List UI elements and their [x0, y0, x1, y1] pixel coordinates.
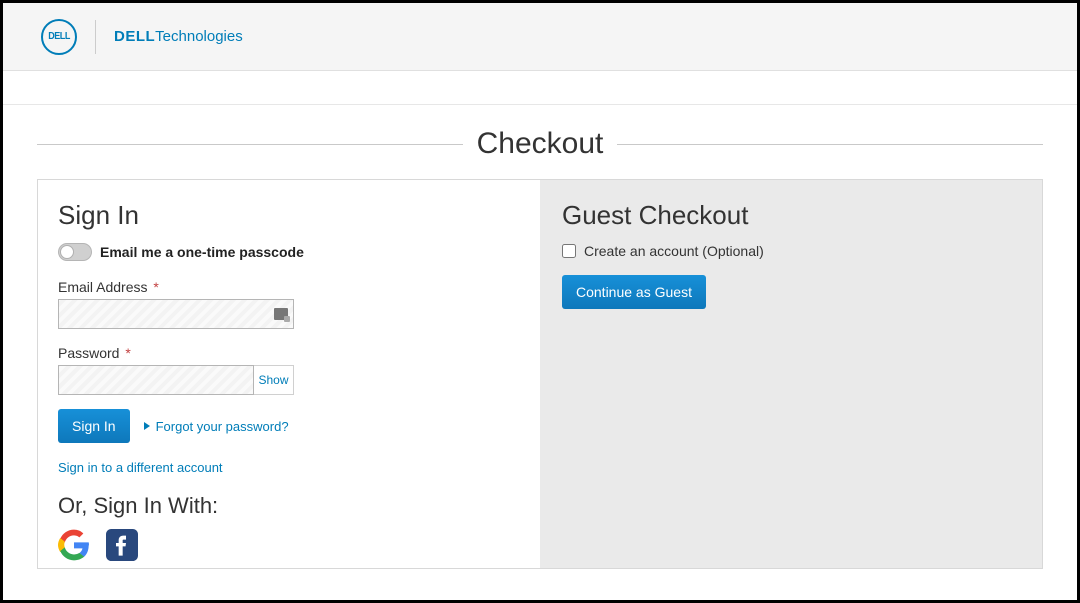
passcode-toggle-row: Email me a one-time passcode — [58, 243, 518, 261]
dell-logo-icon[interactable]: DELL — [41, 19, 77, 55]
continue-as-guest-button[interactable]: Continue as Guest — [562, 275, 706, 309]
brand-light: Technologies — [155, 28, 243, 45]
passcode-toggle-label: Email me a one-time passcode — [100, 244, 304, 260]
guest-section: Guest Checkout Create an account (Option… — [540, 180, 1042, 568]
signin-button[interactable]: Sign In — [58, 409, 130, 443]
required-asterisk-icon: * — [153, 279, 158, 295]
guest-heading: Guest Checkout — [562, 200, 1020, 231]
title-rule-left — [37, 144, 463, 145]
email-label-text: Email Address — [58, 279, 147, 295]
caret-right-icon — [144, 422, 150, 430]
forgot-password-link[interactable]: Forgot your password? — [144, 419, 289, 434]
google-signin-button[interactable] — [58, 529, 90, 561]
top-bar: DELL DELLTechnologies — [3, 3, 1077, 71]
email-label: Email Address * — [58, 279, 518, 295]
facebook-icon — [106, 529, 138, 561]
vertical-divider — [95, 20, 96, 54]
facebook-signin-button[interactable] — [106, 529, 138, 561]
dell-logo-text: DELL — [48, 31, 70, 42]
create-account-row[interactable]: Create an account (Optional) — [562, 243, 1020, 259]
keyboard-icon — [274, 308, 288, 320]
different-account-link[interactable]: Sign in to a different account — [58, 460, 223, 475]
page-title-row: Checkout — [3, 105, 1077, 179]
signin-section: Sign In Email me a one-time passcode Ema… — [38, 180, 540, 568]
page-title: Checkout — [477, 127, 604, 161]
passcode-toggle[interactable] — [58, 243, 92, 261]
password-label: Password * — [58, 345, 518, 361]
toggle-knob — [60, 245, 74, 259]
password-label-text: Password — [58, 345, 119, 361]
dell-technologies-logo[interactable]: DELLTechnologies — [114, 28, 243, 45]
show-password-button[interactable]: Show — [254, 365, 294, 395]
or-signin-heading: Or, Sign In With: — [58, 493, 518, 519]
brand-bold: DELL — [114, 28, 155, 45]
header-spacer — [3, 71, 1077, 105]
required-asterisk-icon: * — [125, 345, 130, 361]
create-account-checkbox[interactable] — [562, 244, 576, 258]
email-field[interactable] — [58, 299, 294, 329]
forgot-password-text: Forgot your password? — [156, 419, 289, 434]
google-icon — [58, 529, 90, 561]
checkout-panel: Sign In Email me a one-time passcode Ema… — [37, 179, 1043, 569]
password-field[interactable] — [58, 365, 254, 395]
title-rule-right — [617, 144, 1043, 145]
signin-heading: Sign In — [58, 200, 518, 231]
create-account-label: Create an account (Optional) — [584, 243, 764, 259]
